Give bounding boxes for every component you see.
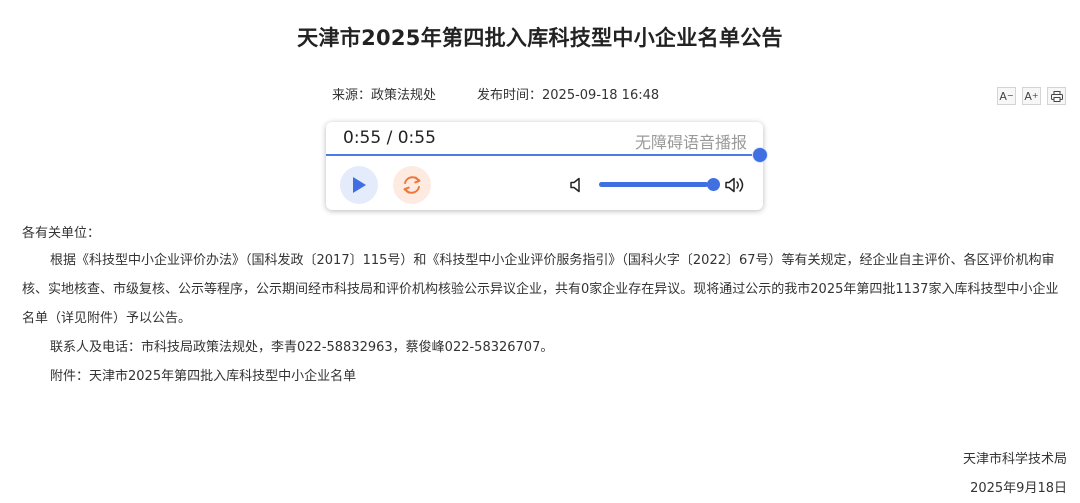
volume-fill: [599, 182, 709, 187]
play-icon: [353, 177, 366, 193]
attachment-link[interactable]: 附件：天津市2025年第四批入库科技型中小企业名单: [22, 362, 1070, 391]
volume-slider[interactable]: [599, 182, 714, 187]
article-title: 天津市2025年第四批入库科技型中小企业名单公告: [297, 26, 783, 50]
volume-up-icon[interactable]: [725, 176, 747, 194]
font-decrease-sign: −: [1006, 91, 1014, 100]
volume-knob[interactable]: [707, 178, 720, 191]
signoff-date: 2025年9月18日: [970, 481, 1067, 496]
progress-knob[interactable]: [752, 147, 768, 163]
font-increase-sign: +: [1031, 91, 1039, 100]
salutation: 各有关单位：: [22, 226, 101, 241]
audio-player: 0:55 / 0:55 无障碍语音播报: [326, 122, 768, 210]
contact-paragraph: 联系人及电话：市科技局政策法规处，李青022-58832963，蔡俊峰022-5…: [50, 340, 554, 355]
volume-mute-icon[interactable]: [570, 177, 584, 193]
main-paragraph: 根据《科技型中小企业评价办法》（国科发政〔2017〕115号）和《科技型中小企业…: [22, 253, 1059, 326]
article-source: 来源：政策法规处: [332, 88, 437, 103]
print-button[interactable]: [1047, 87, 1066, 105]
signoff: 天津市科学技术局 2025年9月18日: [963, 445, 1067, 503]
loop-icon: [403, 176, 421, 194]
font-decrease-button[interactable]: A −: [997, 87, 1016, 105]
signoff-org: 天津市科学技术局: [962, 452, 1067, 467]
reading-tools: A − A +: [997, 87, 1066, 105]
font-decrease-letter: A: [999, 89, 1007, 103]
progress-bar[interactable]: [326, 154, 759, 156]
printer-icon: [1050, 90, 1063, 102]
article-body: 各有关单位： 根据《科技型中小企业评价办法》（国科发政〔2017〕115号）和《…: [22, 222, 1070, 391]
font-increase-letter: A: [1024, 89, 1032, 103]
player-time: 0:55 / 0:55: [343, 128, 436, 148]
play-button[interactable]: [340, 166, 378, 204]
article-publish-time: 发布时间：2025-09-18 16:48: [477, 88, 660, 103]
loop-button[interactable]: [393, 166, 431, 204]
accessibility-voice-label: 无障碍语音播报: [634, 133, 747, 152]
font-increase-button[interactable]: A +: [1022, 87, 1041, 105]
